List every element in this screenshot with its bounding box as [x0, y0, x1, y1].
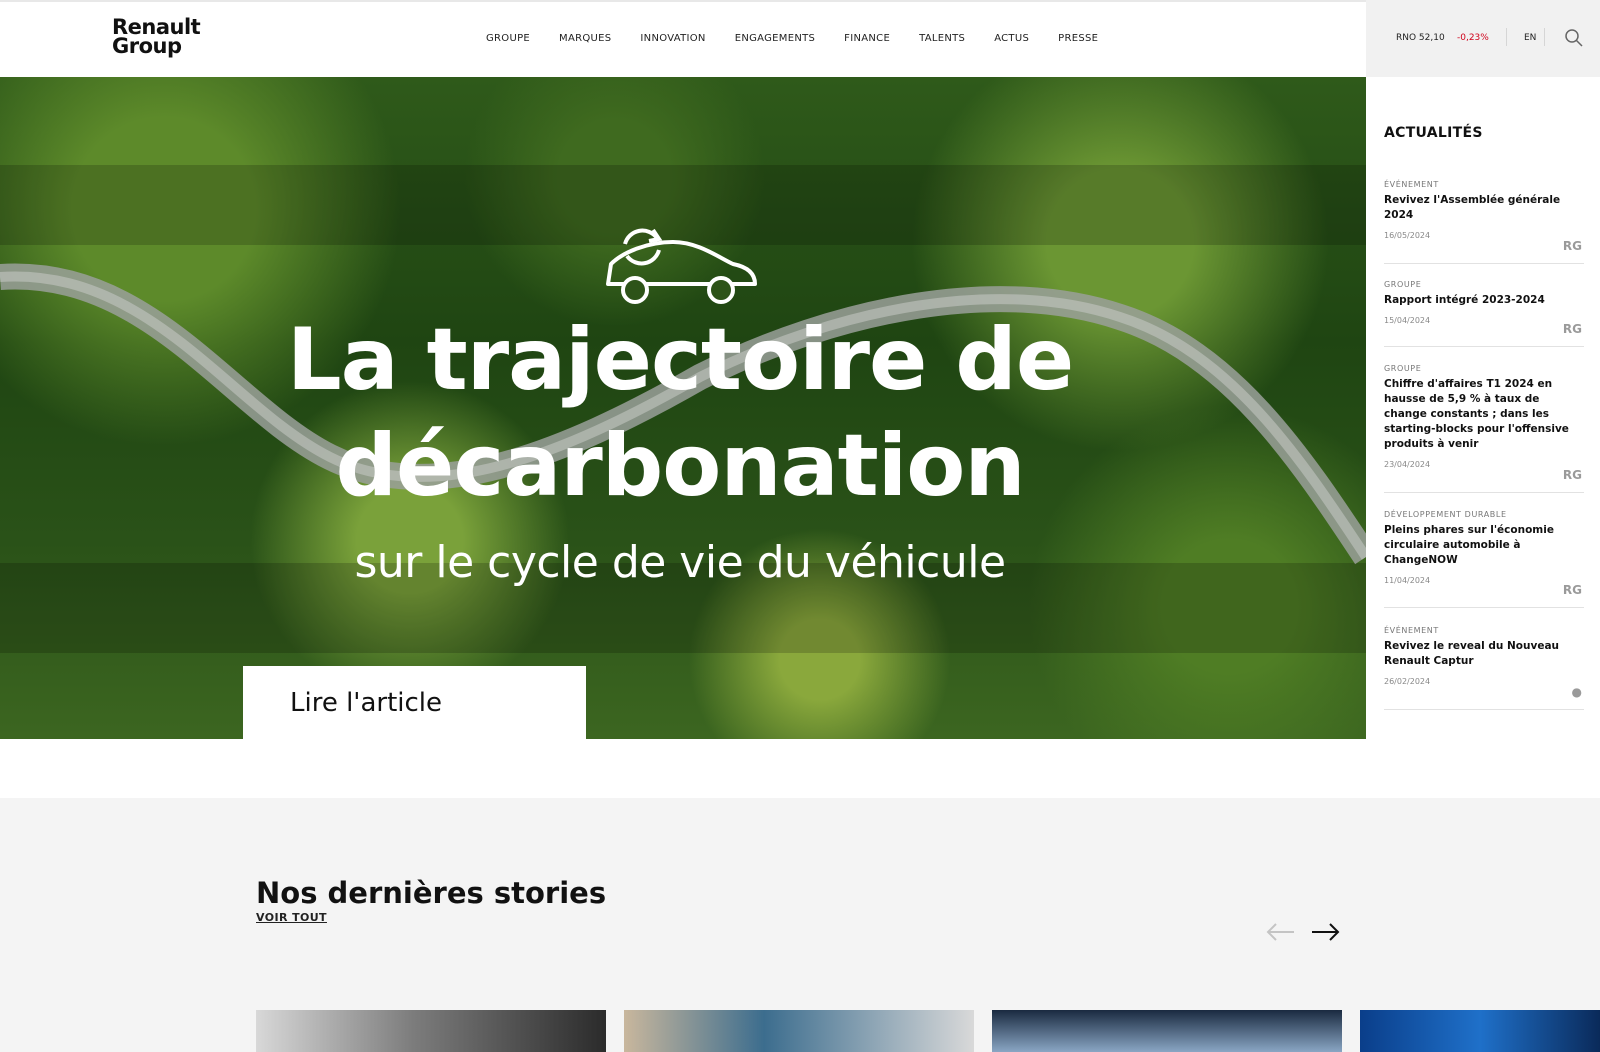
arrow-right-icon[interactable]	[1310, 920, 1342, 944]
arrow-left-icon[interactable]	[1264, 920, 1296, 944]
top-navigation-bar: Renault Group GROUPE MARQUES INNOVATION …	[0, 0, 1366, 77]
divider	[1544, 28, 1545, 46]
nav-marques[interactable]: MARQUES	[559, 33, 611, 44]
news-item[interactable]: ÉVÉNEMENT Revivez le reveal du Nouveau R…	[1384, 626, 1584, 710]
news-item[interactable]: GROUPE Chiffre d'affaires T1 2024 en hau…	[1384, 364, 1584, 493]
main-nav: GROUPE MARQUES INNOVATION ENGAGEMENTS FI…	[486, 33, 1127, 44]
news-date: 15/04/2024	[1384, 316, 1431, 325]
news-title[interactable]: Revivez le reveal du Nouveau Renault Cap…	[1384, 639, 1584, 669]
nav-finance[interactable]: FINANCE	[844, 33, 890, 44]
story-card[interactable]	[624, 1010, 974, 1052]
news-date: 23/04/2024	[1384, 460, 1431, 469]
stock-price[interactable]: RNO 52,10	[1396, 33, 1445, 43]
search-icon[interactable]	[1564, 28, 1584, 48]
hero-banner: La trajectoire de décarbonation sur le c…	[0, 77, 1366, 739]
news-title[interactable]: Chiffre d'affaires T1 2024 en hausse de …	[1384, 377, 1584, 452]
news-category: GROUPE	[1384, 364, 1422, 373]
news-category: GROUPE	[1384, 280, 1422, 289]
nav-talents[interactable]: TALENTS	[919, 33, 965, 44]
sidebar-heading: ACTUALITÉS	[1384, 125, 1483, 141]
car-recycle-icon	[606, 228, 757, 304]
news-title[interactable]: Pleins phares sur l'économie circulaire …	[1384, 523, 1584, 568]
news-date: 11/04/2024	[1384, 576, 1431, 585]
logo-text-line2: Group	[112, 34, 182, 58]
rg-icon: RG	[1562, 239, 1582, 253]
story-card[interactable]	[256, 1010, 606, 1052]
renault-group-logo[interactable]: Renault Group	[112, 17, 201, 58]
nav-engagements[interactable]: ENGAGEMENTS	[735, 33, 815, 44]
hero-title-line2: décarbonation	[335, 416, 1025, 516]
hero-title-line1: La trajectoire de	[286, 310, 1074, 410]
news-item[interactable]: GROUPE Rapport intégré 2023-2024 15/04/2…	[1384, 280, 1584, 347]
news-date: 26/02/2024	[1384, 677, 1431, 686]
stories-section: Nos dernières stories VOIR TOUT	[0, 798, 1600, 1052]
news-category: DÉVELOPPEMENT DURABLE	[1384, 510, 1507, 519]
news-category: ÉVÉNEMENT	[1384, 180, 1439, 189]
read-article-button[interactable]: Lire l'article	[243, 666, 586, 739]
hero-subtitle: sur le cycle de vie du véhicule	[354, 537, 1006, 588]
see-all-link[interactable]: VOIR TOUT	[256, 911, 327, 924]
news-item[interactable]: ÉVÉNEMENT Revivez l'Assemblée générale 2…	[1384, 180, 1584, 264]
nav-presse[interactable]: PRESSE	[1058, 33, 1098, 44]
video-icon: ●	[1571, 685, 1582, 699]
news-item[interactable]: DÉVELOPPEMENT DURABLE Pleins phares sur …	[1384, 510, 1584, 608]
story-card[interactable]	[1360, 1010, 1600, 1052]
story-card[interactable]	[992, 1010, 1342, 1052]
stories-heading: Nos dernières stories	[256, 876, 607, 910]
rg-icon: RG	[1562, 468, 1582, 482]
nav-actus[interactable]: ACTUS	[994, 33, 1029, 44]
language-switch[interactable]: EN	[1524, 33, 1536, 43]
news-title[interactable]: Rapport intégré 2023-2024	[1384, 293, 1584, 308]
rg-icon: RG	[1562, 583, 1582, 597]
hero-title: La trajectoire de décarbonation	[240, 307, 1120, 519]
stock-change: -0,23%	[1457, 33, 1489, 43]
news-date: 16/05/2024	[1384, 231, 1431, 240]
nav-groupe[interactable]: GROUPE	[486, 33, 530, 44]
news-title[interactable]: Revivez l'Assemblée générale 2024	[1384, 193, 1584, 223]
news-category: ÉVÉNEMENT	[1384, 626, 1439, 635]
news-sidebar: ACTUALITÉS ÉVÉNEMENT Revivez l'Assemblée…	[1366, 77, 1600, 739]
divider	[1506, 28, 1507, 46]
utility-bar: RNO 52,10 -0,23% EN	[1366, 0, 1600, 77]
rg-icon: RG	[1562, 322, 1582, 336]
nav-innovation[interactable]: INNOVATION	[640, 33, 705, 44]
